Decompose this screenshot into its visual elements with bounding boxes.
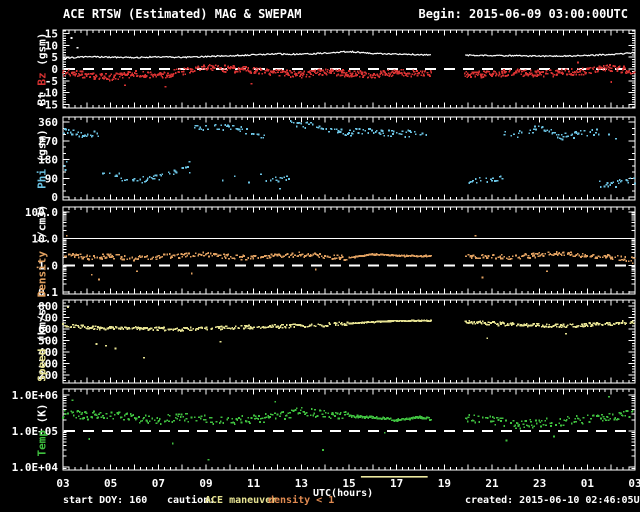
x-tick-label: 17 xyxy=(390,477,403,490)
y-tick-label-phi: 0 xyxy=(51,191,58,204)
x-tick-label: 05 xyxy=(104,477,117,490)
start-doy-label: start DOY: 160 xyxy=(63,495,147,506)
x-tick-label: 03 xyxy=(56,477,69,490)
x-tick-label: 07 xyxy=(152,477,165,490)
x-tick-label: 01 xyxy=(581,477,595,490)
y-axis-label-part: Speed xyxy=(36,342,49,382)
y-axis-label-part: (km/s) xyxy=(36,302,49,342)
maneuver-legend: ACE maneuver xyxy=(205,495,277,506)
y-tick-label-temp: 1.0E+04 xyxy=(12,461,59,474)
y-axis-label-part: (gsm) xyxy=(36,129,49,162)
density-caution-legend: density < 1 xyxy=(268,495,334,506)
y-axis-label-part: Phi xyxy=(36,162,49,189)
y-axis-label-part: Temp xyxy=(36,423,49,456)
y-axis-label-part: (K) xyxy=(36,403,49,423)
y-axis-label-part: Bz xyxy=(36,72,49,85)
y-axis-label-mag: Bt Bz (gsm) xyxy=(36,33,49,106)
x-tick-label: 03 xyxy=(628,477,640,490)
x-tick-label: 11 xyxy=(247,477,261,490)
y-axis-label-density: Density (/cm3) xyxy=(36,204,49,297)
maneuver-bar xyxy=(361,476,428,478)
x-tick-label: 21 xyxy=(485,477,499,490)
created-timestamp: created: 2015-06-10 02:46:05UTC xyxy=(465,495,640,506)
y-axis-label-part: (gsm) xyxy=(36,33,49,73)
y-axis-label-speed: Speed (km/s) xyxy=(36,302,49,382)
y-axis-label-phi: Phi (gsm) xyxy=(36,129,49,189)
ace-rtsw-plot: 151050-5-10-15360270180900100.010.01.00.… xyxy=(0,0,640,512)
plot-title: ACE RTSW (Estimated) MAG & SWEPAM xyxy=(63,7,301,21)
y-axis-label-temp: Temp (K) xyxy=(36,403,49,456)
y-axis-label-part: (/cm3) xyxy=(36,204,49,244)
y-axis-label-part: Density xyxy=(36,244,49,297)
x-tick-label: 09 xyxy=(199,477,212,490)
plot-canvas: 151050-5-10-15360270180900100.010.01.00.… xyxy=(0,0,640,512)
y-tick-label-temp: 1.0E+06 xyxy=(12,389,59,402)
begin-timestamp: Begin: 2015-06-09 03:00:00UTC xyxy=(418,7,628,21)
x-tick-label: 19 xyxy=(438,477,451,490)
x-tick-label: 13 xyxy=(295,477,308,490)
y-tick-label-phi: 360 xyxy=(38,116,58,129)
y-axis-label-part: Bt xyxy=(36,86,49,106)
x-tick-label: 23 xyxy=(533,477,546,490)
